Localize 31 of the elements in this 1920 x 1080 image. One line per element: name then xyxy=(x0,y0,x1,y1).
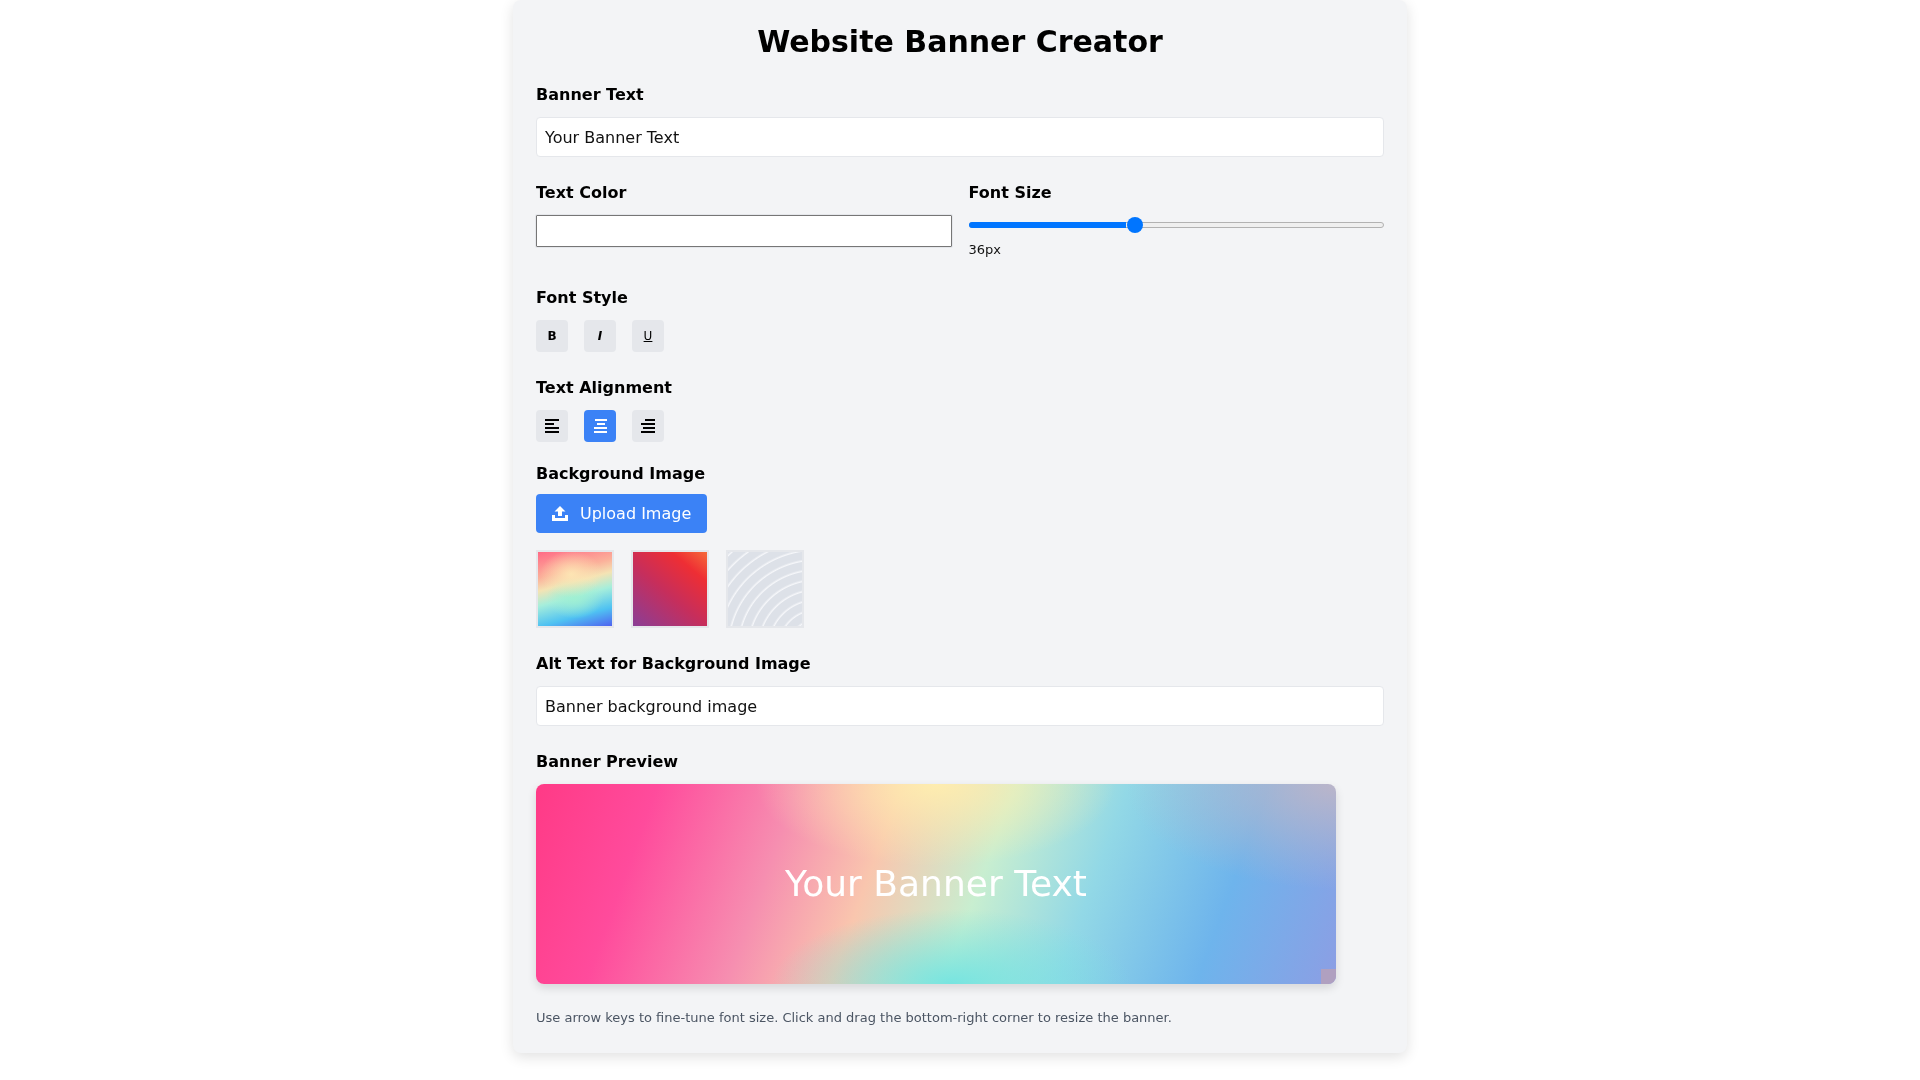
align-right-icon xyxy=(641,419,655,433)
image-thumbnail[interactable] xyxy=(536,550,614,628)
align-center-button[interactable] xyxy=(584,410,616,442)
field-label: Text Color xyxy=(536,183,628,203)
field-label: Font Style xyxy=(536,288,629,308)
italic-button[interactable]: I xyxy=(584,320,616,352)
image-thumbnail[interactable] xyxy=(631,550,709,628)
color-field[interactable] xyxy=(536,215,952,247)
field-label: Text Alignment xyxy=(536,378,673,398)
upload-image-button[interactable]: Upload Image xyxy=(536,494,708,533)
underline-button[interactable]: U xyxy=(632,320,664,352)
help-text: Use arrow keys to fine-tune font size. Click and drag the bottom-right corner to resize the banner. xyxy=(536,1010,1173,1026)
resize-handle[interactable] xyxy=(1321,969,1336,984)
image-thumbnail[interactable] xyxy=(726,550,804,628)
slider-thumb[interactable] xyxy=(1126,217,1143,233)
field-label: Alt Text for Background Image xyxy=(536,654,812,674)
field-label: Font Size xyxy=(968,183,1053,203)
align-right-button[interactable] xyxy=(632,410,664,442)
upload-icon xyxy=(552,506,568,521)
banner-text-field[interactable]: Your Banner Text xyxy=(536,117,1384,157)
banner-preview-text: Your Banner Text xyxy=(784,862,1088,906)
align-left-icon xyxy=(545,419,559,433)
page-title: Website Banner Creator xyxy=(756,24,1164,60)
align-center-icon xyxy=(593,419,607,433)
field-label: Background Image xyxy=(536,464,706,484)
font-size-value: 36px xyxy=(968,242,1002,258)
field-label: Banner Text xyxy=(536,85,645,105)
bold-button[interactable]: B xyxy=(536,320,568,352)
field-label: Banner Preview xyxy=(536,752,680,772)
align-left-button[interactable] xyxy=(536,410,568,442)
alt-text-field[interactable]: Banner background image xyxy=(536,686,1384,726)
